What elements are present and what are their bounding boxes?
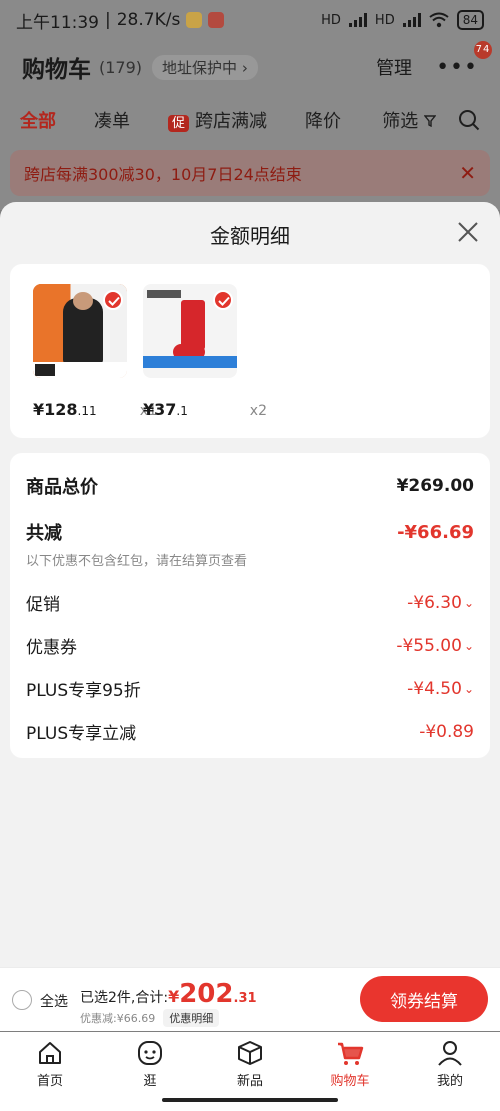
sheet-title: 金额明细 (210, 223, 290, 248)
promotion-row[interactable]: 促销 -¥6.30 ⌄ (26, 590, 474, 616)
signal-icon (348, 13, 367, 27)
filter-icon (423, 115, 437, 128)
select-all-radio[interactable] (12, 990, 32, 1010)
cart-header: 购物车 (179) 地址保护中 › 管理 ••• 74 (0, 40, 500, 90)
total-amount: 202 (179, 979, 234, 1009)
promo-tag: 促 (168, 115, 190, 132)
product-price: ¥37.1 (143, 400, 188, 419)
tab-all[interactable]: 全部 (20, 107, 56, 133)
coupon-value: -¥55.00 (396, 635, 462, 656)
product-quantity: x2 (249, 403, 267, 419)
wifi-icon (429, 12, 449, 28)
status-bar: 上午11:39 | 28.7K/s HD HD 84 (0, 0, 500, 40)
promotion-value: -¥6.30 (407, 592, 462, 613)
battery-icon: 84 (456, 10, 484, 30)
app-notification-icon (186, 12, 203, 28)
plus-reduction-row: PLUS专享立减 -¥0.89 (26, 719, 474, 745)
notification-badge: 74 (474, 40, 492, 59)
goods-total-row: 商品总价 ¥269.00 (26, 473, 474, 499)
select-all-label[interactable]: 全选 (40, 991, 68, 1011)
cart-count: (179) (99, 57, 143, 77)
goods-total-label: 商品总价 (26, 477, 98, 498)
tab-profile[interactable]: 我的 (400, 1032, 500, 1111)
chevron-down-icon: ⌄ (463, 681, 474, 696)
discount-text: 优惠减:¥66.69 (80, 1012, 156, 1025)
tab-price-drop[interactable]: 降价 (305, 107, 341, 133)
summary-prefix: 已选2件,合计: (80, 990, 169, 1006)
sheet-header: 金额明细 (0, 202, 500, 266)
new-icon (238, 1041, 262, 1065)
product-item[interactable]: ¥128.11 x1 (33, 284, 157, 419)
amount-detail-sheet: 金额明细 ¥128.11 x1 ¥37.1 x2 商品总价 ¥269.00 共减… (0, 202, 500, 967)
total-discount-value: -¥66.69 (397, 521, 474, 543)
cart-icon (338, 1042, 364, 1065)
tab-combine[interactable]: 凑单 (94, 107, 130, 133)
promo-banner-text: 跨店每满300减30，10月7日24点结束 (24, 165, 302, 184)
plus-discount-label: PLUS专享95折 (26, 681, 141, 701)
checkmark-icon (103, 290, 123, 310)
filter-tabs: 全部 凑单 促跨店满减 降价 筛选 (0, 98, 500, 142)
product-thumbnail-jacket (33, 284, 127, 378)
checkout-bar: 全选 已选2件,合计: ¥ 202 .31 优惠减:¥66.69 优惠明细 领券… (0, 967, 500, 1031)
price-breakdown-card: 商品总价 ¥269.00 共减 -¥66.69 以下优惠不包含红包，请在结算页查… (10, 453, 490, 758)
product-thumbnail-socks (143, 284, 237, 378)
chevron-down-icon: ⌄ (463, 638, 474, 653)
more-dots-icon: ••• (436, 54, 478, 80)
checkmark-icon (213, 290, 233, 310)
page-title: 购物车 (22, 57, 91, 83)
total-decimal: .31 (233, 991, 257, 1006)
app-notification-icon-2 (208, 12, 225, 28)
coupon-row[interactable]: 优惠券 -¥55.00 ⌄ (26, 633, 474, 659)
signal-label-1: HD (321, 12, 341, 28)
plus-discount-row[interactable]: PLUS专享95折 -¥4.50 ⌄ (26, 676, 474, 702)
total-discount-label: 共减 (26, 523, 62, 544)
browse-icon (138, 1041, 162, 1065)
total-currency: ¥ (168, 987, 180, 1006)
address-protection-chip[interactable]: 地址保护中 › (152, 54, 258, 80)
plus-reduction-value: -¥0.89 (419, 721, 474, 742)
checkout-button[interactable]: 领券结算 (360, 976, 488, 1022)
net-speed: 28.7K/s (116, 10, 181, 30)
home-icon (39, 1042, 61, 1064)
product-item[interactable]: ¥37.1 x2 (143, 284, 267, 419)
coupon-label: 优惠券 (26, 638, 77, 658)
filter-button[interactable]: 筛选 (382, 107, 437, 133)
more-menu-button[interactable]: ••• 74 (436, 40, 492, 80)
manage-button[interactable]: 管理 (376, 54, 412, 80)
plus-discount-value: -¥4.50 (407, 678, 462, 699)
promotion-label: 促销 (26, 595, 60, 615)
total-summary: 已选2件,合计: ¥ 202 .31 (80, 979, 257, 1009)
search-icon[interactable] (458, 109, 480, 131)
close-icon[interactable] (456, 220, 480, 244)
selected-products-card: ¥128.11 x1 ¥37.1 x2 (10, 264, 490, 438)
plus-reduction-label: PLUS专享立减 (26, 724, 137, 744)
discount-line: 优惠减:¥66.69 优惠明细 (80, 1009, 220, 1027)
clock: 上午11:39 (16, 12, 99, 33)
promo-banner[interactable]: 跨店每满300减30，10月7日24点结束 ✕ (10, 150, 490, 196)
chevron-down-icon: ⌄ (463, 595, 474, 610)
discount-detail-button[interactable]: 优惠明细 (163, 1009, 220, 1027)
product-price: ¥128.11 (33, 400, 97, 419)
discount-note: 以下优惠不包含红包，请在结算页查看 (26, 554, 248, 569)
profile-icon (438, 1041, 462, 1066)
tab-cross-store[interactable]: 促跨店满减 (168, 107, 267, 133)
tab-home[interactable]: 首页 (0, 1032, 100, 1111)
signal-label-2: HD (374, 12, 395, 28)
close-icon[interactable]: ✕ (459, 161, 476, 185)
goods-total-value: ¥269.00 (396, 476, 474, 496)
total-discount-row: 共减 -¥66.69 (26, 519, 474, 545)
home-indicator (162, 1098, 338, 1102)
signal-icon-2 (402, 13, 421, 27)
